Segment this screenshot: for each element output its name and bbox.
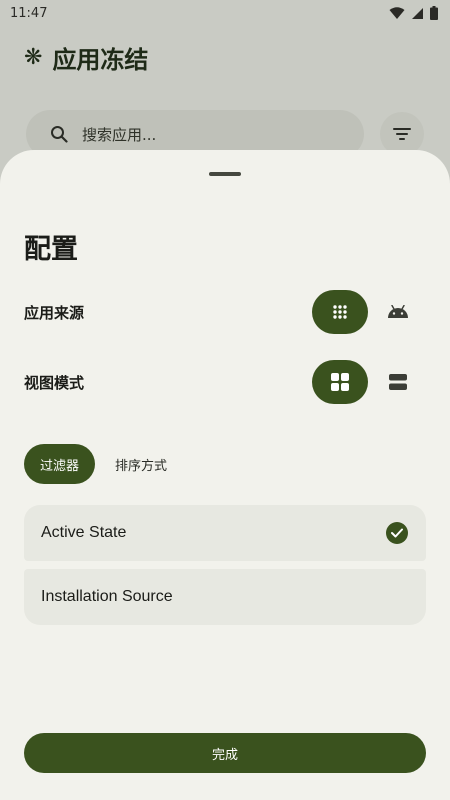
apps-grid-icon xyxy=(333,305,347,319)
app-header: ❋ 应用冻结 xyxy=(24,40,148,75)
grid-view-icon xyxy=(331,373,349,391)
app-source-all-button[interactable] xyxy=(312,290,368,334)
sheet-title: 配置 xyxy=(24,234,78,265)
wifi-icon xyxy=(389,6,405,19)
option-active-state[interactable]: Active State xyxy=(24,505,426,561)
view-mode-grid-button[interactable] xyxy=(312,360,368,404)
option-label: Active State xyxy=(41,524,127,541)
done-button[interactable]: 完成 xyxy=(24,733,426,773)
settings-tabs: 过滤器 排序方式 xyxy=(24,444,171,484)
app-title: 应用冻结 xyxy=(52,46,149,74)
android-icon xyxy=(388,305,408,318)
option-installation-source[interactable]: Installation Source xyxy=(24,569,426,625)
battery-icon xyxy=(430,6,438,20)
status-bar: 11:47 xyxy=(0,0,450,26)
status-time: 11:47 xyxy=(10,5,48,21)
option-label: Installation Source xyxy=(41,588,173,605)
tab-filter[interactable]: 过滤器 xyxy=(24,444,96,484)
search-icon xyxy=(51,126,68,143)
list-view-icon xyxy=(389,374,407,390)
signal-icon xyxy=(412,7,423,19)
drag-handle[interactable] xyxy=(209,172,241,176)
snowflake-icon: ❋ xyxy=(24,45,43,70)
search-input[interactable]: 搜索应用... xyxy=(82,124,156,145)
check-circle-icon xyxy=(386,522,408,544)
tab-sort[interactable]: 排序方式 xyxy=(111,455,171,474)
view-mode-list-button[interactable] xyxy=(378,360,418,404)
view-mode-label: 视图模式 xyxy=(24,374,85,392)
config-bottom-sheet: 配置 应用来源 视图模式 过滤器 排序方式 Active State Insta… xyxy=(0,150,450,800)
status-icons xyxy=(389,6,438,20)
app-source-label: 应用来源 xyxy=(24,304,85,322)
app-source-android-button[interactable] xyxy=(378,290,418,334)
filter-icon xyxy=(393,128,411,140)
